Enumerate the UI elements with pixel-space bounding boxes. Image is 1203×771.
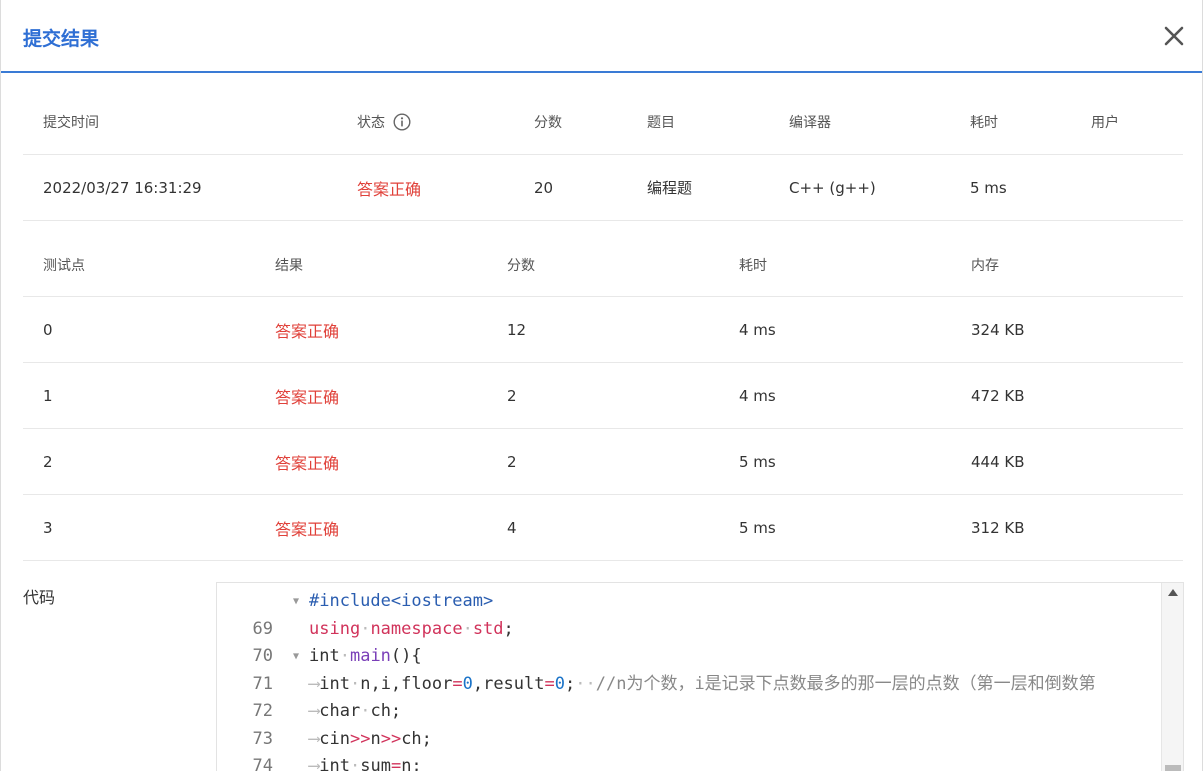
code-line: 70 using·namespace·std; [217, 616, 1161, 667]
col-user: 用户 [1091, 115, 1119, 131]
col-test-time: 耗时 [739, 257, 767, 274]
dialog-title: 提交结果 [23, 28, 100, 50]
elapsed-value: 5 ms [970, 178, 1007, 197]
code-text: using·namespace·std; [309, 618, 514, 639]
summary-header-row: 提交时间 状态 分数 题目 编译器 耗时 用户 [23, 90, 1183, 155]
testcase-time: 5 ms [739, 518, 776, 537]
code-line: 71 ▼ int·main(){ [217, 643, 1161, 694]
dialog-header: 提交结果 [1, 0, 1202, 73]
code-viewer[interactable]: 69 ▼ #include<iostream> 70 using·namespa… [216, 582, 1184, 771]
table-row: 2 答案正确 2 5 ms 444 KB [23, 429, 1183, 495]
testcase-header-row: 测试点 结果 分数 耗时 内存 [23, 233, 1183, 297]
col-test-score: 分数 [507, 257, 535, 274]
code-line: 75 ⟶int·sum=n; [217, 753, 1161, 771]
col-problem: 题目 [647, 115, 675, 131]
testcase-score: 12 [507, 320, 527, 339]
col-score: 分数 [534, 115, 562, 131]
col-testcase: 测试点 [43, 257, 85, 274]
col-submit-time: 提交时间 [43, 115, 99, 131]
code-text: ⟶int·n,i,floor=0,result=0;··//n为个数，i是记录下… [309, 673, 1096, 694]
testcase-id: 1 [43, 386, 53, 405]
code-text: int·main(){ [309, 646, 422, 666]
testcase-id: 2 [43, 452, 53, 471]
submission-dialog: 提交结果 提交时间 状态 分数 题目 编译器 耗时 用户 2022/03/27 … [0, 0, 1203, 771]
testcase-id: 3 [43, 518, 53, 537]
testcase-result: 答案正确 [275, 387, 340, 407]
table-row: 0 答案正确 12 4 ms 324 KB [23, 297, 1183, 363]
testcase-time: 4 ms [739, 320, 776, 339]
compiler-value: C++ (g++) [789, 178, 876, 197]
testcase-memory: 444 KB [971, 452, 1025, 471]
code-line: 72 ⟶int·n,i,floor=0,result=0;··//n为个数，i是… [217, 671, 1161, 722]
fold-arrow-icon[interactable]: ▼ [293, 588, 299, 616]
code-text: ⟶cin>>n>>ch; [309, 728, 432, 749]
status-value[interactable]: 答案正确 [357, 155, 421, 220]
col-compiler: 编译器 [789, 115, 831, 131]
testcase-result: 答案正确 [275, 321, 340, 341]
testcase-time: 5 ms [739, 452, 776, 471]
close-button[interactable] [1160, 22, 1188, 50]
col-elapsed: 耗时 [970, 115, 998, 131]
testcase-score: 2 [507, 452, 517, 471]
testcase-score: 2 [507, 386, 517, 405]
col-status-label: 状态 [357, 115, 385, 131]
scroll-up-arrow-icon[interactable] [1168, 589, 1178, 596]
table-row: 1 答案正确 2 4 ms 472 KB [23, 363, 1183, 429]
testcase-memory: 312 KB [971, 518, 1025, 537]
code-lines: 69 ▼ #include<iostream> 70 using·namespa… [217, 588, 1161, 771]
col-result: 结果 [275, 257, 303, 274]
score-value: 20 [534, 178, 554, 197]
testcase-score: 4 [507, 518, 517, 537]
code-text: ⟶char·ch; [309, 701, 402, 721]
close-icon[interactable] [1160, 22, 1188, 50]
testcase-result: 答案正确 [275, 519, 340, 539]
scroll-thumb[interactable] [1165, 765, 1181, 771]
col-memory: 内存 [971, 257, 999, 274]
summary-table: 提交时间 状态 分数 题目 编译器 耗时 用户 2022/03/27 16:31… [23, 90, 1183, 221]
testcase-id: 0 [43, 320, 53, 339]
code-scrollbar[interactable] [1161, 583, 1183, 771]
testcase-time: 4 ms [739, 386, 776, 405]
info-icon[interactable] [393, 113, 411, 131]
code-line: 73 ⟶char·ch; [217, 698, 1161, 749]
testcase-memory: 472 KB [971, 386, 1025, 405]
fold-arrow-icon[interactable]: ▼ [293, 643, 299, 671]
code-text: #include<iostream> [309, 591, 494, 611]
testcase-memory: 324 KB [971, 320, 1025, 339]
code-line: 69 ▼ #include<iostream> [217, 588, 1161, 639]
code-label: 代码 [23, 588, 56, 607]
summary-row: 2022/03/27 16:31:29 答案正确 20 编程题 C++ (g++… [23, 155, 1183, 221]
problem-value[interactable]: 编程题 [647, 155, 692, 220]
testcase-table: 测试点 结果 分数 耗时 内存 0 答案正确 12 4 ms 324 KB 1 … [23, 233, 1183, 561]
table-row: 3 答案正确 4 5 ms 312 KB [23, 495, 1183, 561]
testcase-result: 答案正确 [275, 453, 340, 473]
col-status: 状态 [357, 90, 411, 154]
submit-time: 2022/03/27 16:31:29 [43, 178, 202, 197]
code-text: ⟶int·sum=n; [309, 756, 422, 771]
code-line: 74 ⟶cin>>n>>ch; [217, 726, 1161, 771]
